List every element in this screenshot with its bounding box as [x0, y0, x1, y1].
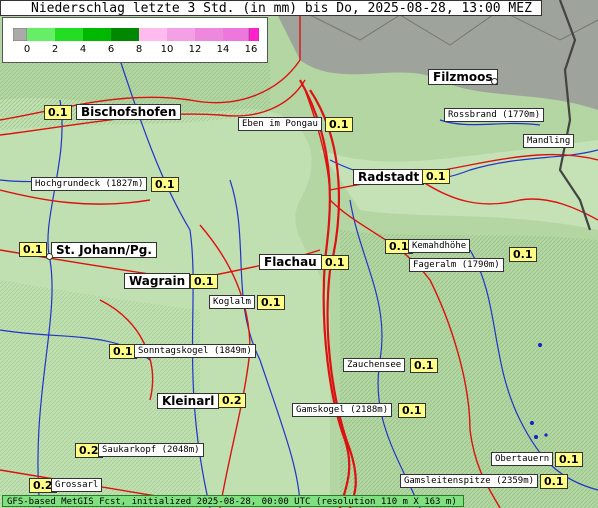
- legend-tick: 14: [216, 44, 230, 55]
- place-label-flachau: Flachau: [259, 254, 322, 270]
- value-label-obertauern: 0.1: [555, 452, 583, 467]
- model-info-footer: GFS-based MetGIS Fcst, initialized 2025-…: [2, 495, 464, 507]
- value-label-sonntagskogel: 0.1: [109, 344, 137, 359]
- legend-tick: 16: [244, 44, 258, 55]
- peak-label-eben-im-pongau: Eben im Pongau: [238, 117, 322, 131]
- peak-label-hochgrundeck: Hochgrundeck (1827m): [31, 177, 148, 191]
- peak-label-zauchensee: Zauchensee: [343, 358, 406, 372]
- peak-label-rossbrand: Rossbrand (1770m): [444, 108, 545, 122]
- peak-label-koglalm: Koglalm: [209, 295, 255, 309]
- map-title: Niederschlag letzte 3 Std. (in mm) bis D…: [0, 0, 542, 16]
- legend-tick: 0: [23, 44, 31, 55]
- legend-tick: 10: [160, 44, 174, 55]
- place-label-kleinarl: Kleinarl: [157, 393, 220, 409]
- value-label-st-johann: 0.1: [19, 242, 47, 257]
- peak-label-kemahdhoehe: Kemahdhöhe: [408, 239, 471, 253]
- peak-label-gamsleitenspitze: Gamsleitenspitze (2359m): [400, 474, 539, 488]
- value-label-gamsleitenspitze: 0.1: [540, 474, 568, 489]
- peak-label-mandling: Mandling: [523, 134, 575, 148]
- location-marker: [46, 253, 53, 260]
- peak-label-fageralm: Fageralm (1790m): [409, 258, 504, 272]
- value-label-hochgrundeck: 0.1: [151, 177, 179, 192]
- value-label-radstadt: 0.1: [422, 169, 450, 184]
- value-label-flachau: 0.1: [321, 255, 349, 270]
- peak-label-saukarkopf: Saukarkopf (2048m): [98, 443, 204, 457]
- precipitation-legend: 0 2 4 6 8 10 12 14 16: [2, 17, 268, 63]
- place-label-filzmoos: Filzmoos: [428, 69, 498, 85]
- value-label-bischofshofen: 0.1: [44, 105, 72, 120]
- value-label-kleinarl: 0.2: [218, 393, 246, 408]
- legend-tick: 4: [79, 44, 87, 55]
- legend-color-bar: [13, 28, 259, 41]
- peak-label-obertauern: Obertauern: [491, 452, 554, 466]
- place-label-wagrain: Wagrain: [124, 273, 191, 289]
- legend-tick: 12: [188, 44, 202, 55]
- model-info-text: GFS-based MetGIS Fcst, initialized 2025-…: [7, 497, 457, 507]
- location-marker: [491, 78, 498, 85]
- map-title-text: Niederschlag letzte 3 Std. (in mm) bis D…: [31, 1, 532, 16]
- legend-tick: 2: [51, 44, 59, 55]
- peak-label-sonntagskogel: Sonntagskogel (1849m): [134, 344, 256, 358]
- value-label-gamskogel: 0.1: [398, 403, 426, 418]
- peak-label-gamskogel: Gamskogel (2188m): [292, 403, 393, 417]
- value-label-fageralm: 0.1: [509, 247, 537, 262]
- place-label-radstadt: Radstadt: [353, 169, 425, 185]
- value-label-eben-im-pongau: 0.1: [325, 117, 353, 132]
- precipitation-map: Niederschlag letzte 3 Std. (in mm) bis D…: [0, 0, 598, 508]
- peak-label-grossarl: Grossarl: [51, 478, 103, 492]
- value-label-zauchensee: 0.1: [410, 358, 438, 373]
- legend-tick: 8: [135, 44, 143, 55]
- legend-tick: 6: [107, 44, 115, 55]
- value-label-koglalm: 0.1: [257, 295, 285, 310]
- value-label-wagrain: 0.1: [190, 274, 218, 289]
- place-label-bischofshofen: Bischofshofen: [76, 104, 182, 120]
- place-label-st-johann: St. Johann/Pg.: [51, 242, 157, 258]
